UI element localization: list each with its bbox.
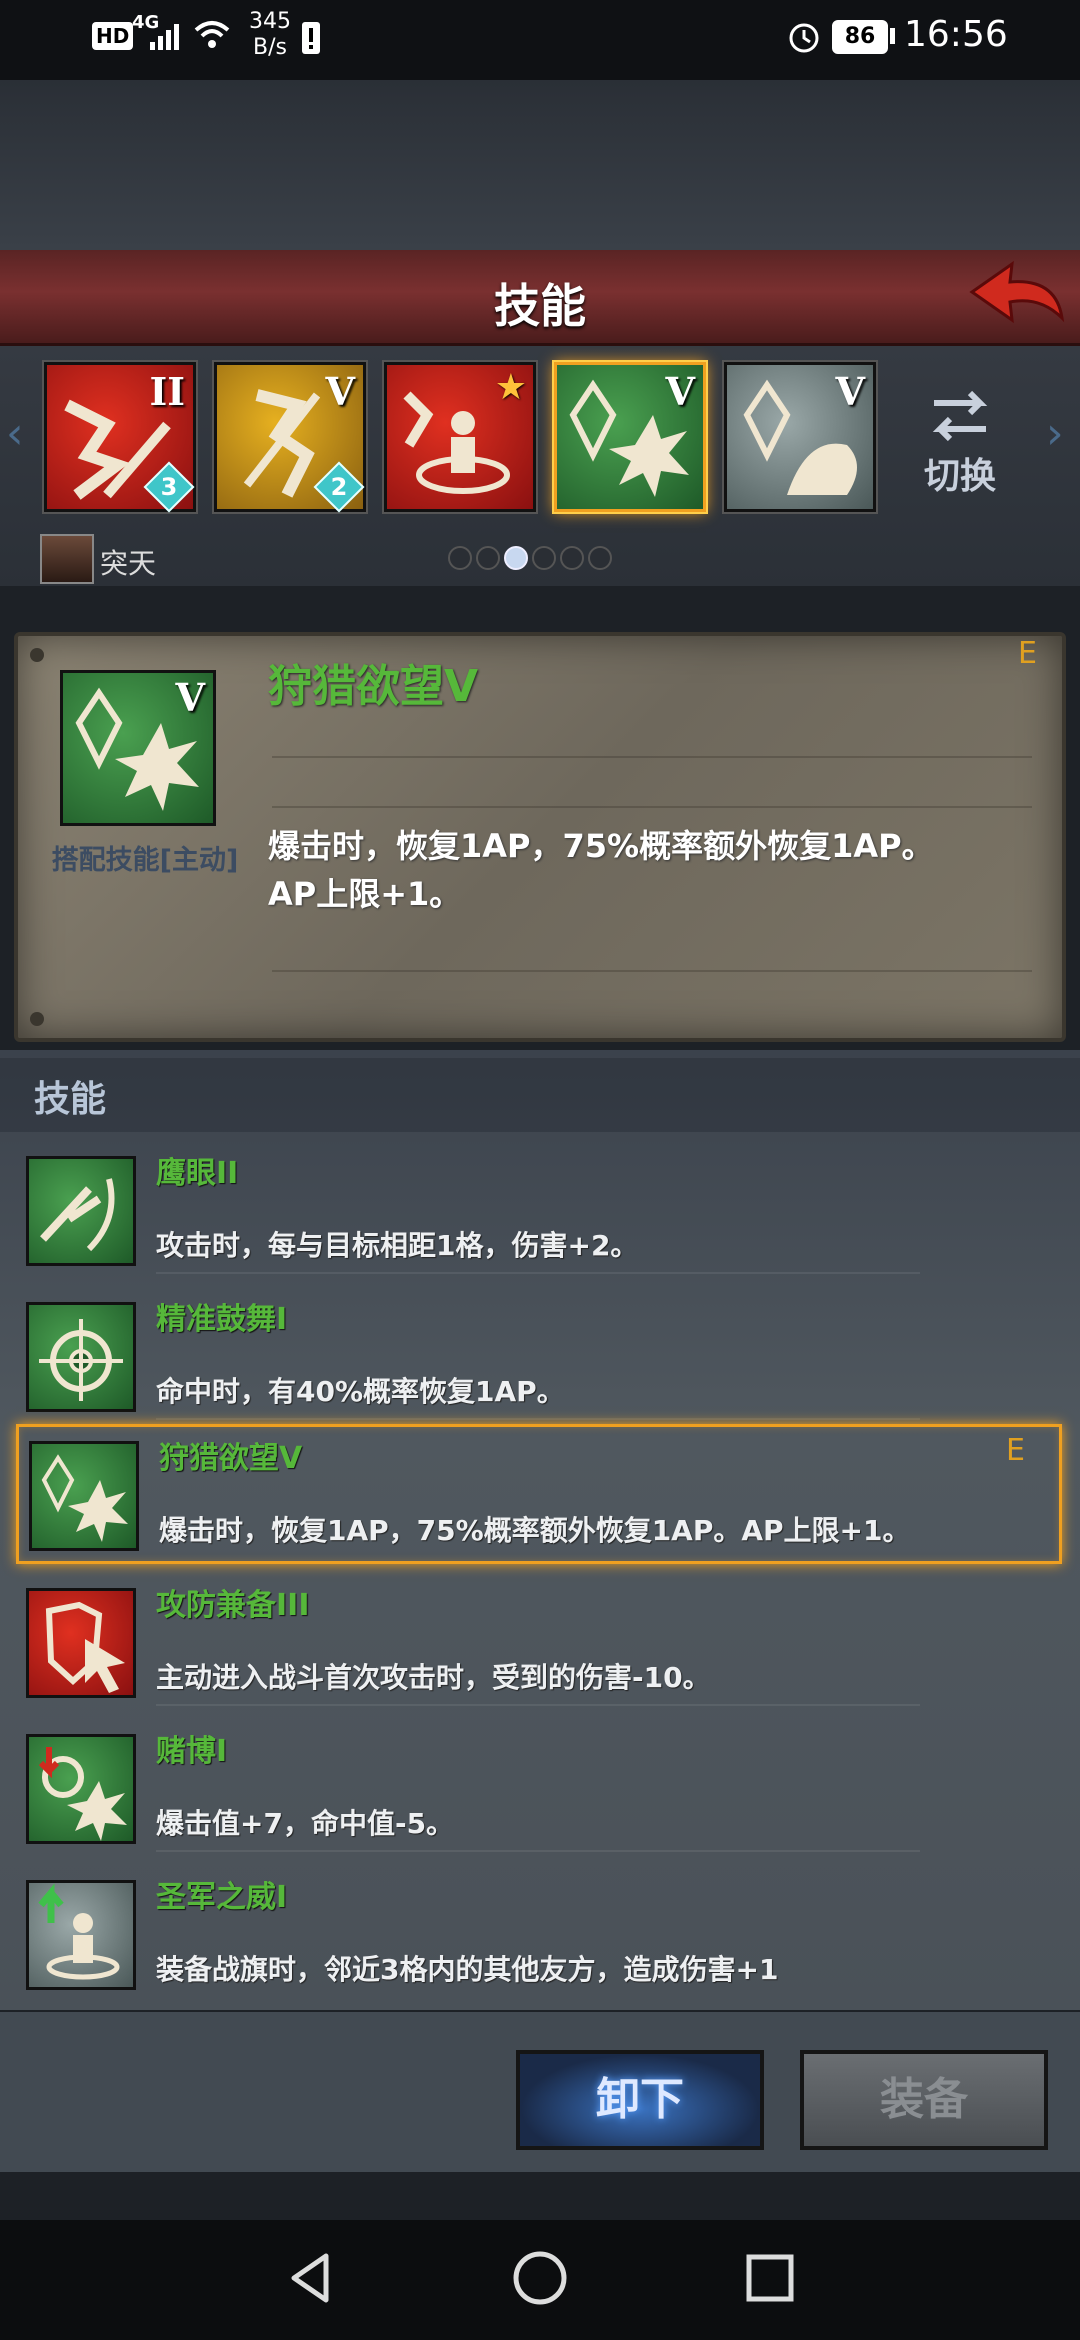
skill-item-name: 赌博I — [156, 1734, 228, 1769]
page-dot-active — [504, 546, 528, 570]
skill-item-desc: 装备战旗时，邻近3格内的其他友方，造成伤害+1 — [156, 1953, 779, 1986]
skill-level: II — [149, 369, 185, 414]
skill-slot-1[interactable]: II 3 — [44, 362, 196, 513]
eagle-eye-icon — [26, 1156, 136, 1266]
back-arrow-icon — [969, 260, 1065, 324]
skill-slot-3[interactable]: ★ — [384, 362, 536, 512]
crystal-burst-icon — [29, 1441, 139, 1551]
page-dot — [560, 546, 584, 570]
skill-list-item[interactable]: 攻防兼备III 主动进入战斗首次攻击时，受到的伤害-10。 — [0, 1574, 1080, 1714]
unequip-button[interactable]: 卸下 — [516, 2050, 764, 2150]
skill-list-item[interactable]: 鹰眼II 攻击时，每与目标相距1格，伤害+2。 — [0, 1142, 1080, 1282]
skill-list-item[interactable]: 赌博I 爆击值+7，命中值-5。 — [0, 1720, 1080, 1860]
gamble-icon — [26, 1734, 136, 1844]
back-triangle-icon[interactable] — [280, 2248, 340, 2308]
status-bar: HD 4G 345 B/s 86 16:56 — [0, 0, 1080, 80]
alarm-icon — [786, 18, 822, 54]
skill-item-desc: 爆击时，恢复1AP，75%概率额外恢复1AP。AP上限+1。 — [159, 1514, 911, 1547]
switch-label: 切换 — [923, 456, 996, 497]
hero-avatar[interactable] — [40, 534, 94, 584]
skill-slot-2[interactable]: V 2 — [214, 362, 366, 513]
crosshair-icon — [26, 1302, 136, 1412]
skill-item-desc: 命中时，有40%概率恢复1AP。 — [156, 1375, 565, 1408]
swap-arrows-icon — [932, 390, 988, 442]
skill-list-title: 技能 — [34, 1079, 107, 1120]
skill-item-desc: 攻击时，每与目标相距1格，伤害+2。 — [156, 1229, 639, 1262]
skill-item-name: 圣军之威I — [156, 1880, 288, 1915]
detail-skill-grade: E — [1018, 636, 1037, 671]
star-icon: ★ — [494, 367, 527, 408]
skill-item-name: 攻防兼备III — [156, 1588, 310, 1623]
detail-skill-name: 狩猎欲望V — [268, 661, 479, 712]
page-dot — [476, 546, 500, 570]
skill-type-tag: 搭配技能[主动] — [51, 845, 239, 876]
home-circle-icon[interactable] — [510, 2248, 570, 2308]
skill-list-item[interactable]: 圣军之威I 装备战旗时，邻近3格内的其他友方，造成伤害+1 — [0, 1866, 1080, 2006]
net-speed-unit: B/s — [253, 35, 287, 60]
battery-level: 86 — [844, 24, 876, 49]
skill-item-desc: 主动进入战斗首次攻击时，受到的伤害-10。 — [156, 1661, 711, 1694]
skill-item-name: 狩猎欲望V — [159, 1441, 303, 1476]
page-title: 技能 — [494, 279, 586, 333]
net-speed-value: 345 — [249, 9, 291, 34]
skill-level: V — [325, 369, 355, 414]
skill-level: V — [665, 369, 695, 414]
wifi-icon — [192, 16, 232, 52]
prev-arrow-icon[interactable]: ‹ — [6, 408, 24, 459]
recent-square-icon[interactable] — [740, 2248, 800, 2308]
switch-button[interactable]: 切换 — [920, 385, 1000, 505]
equip-button[interactable]: 装备 — [800, 2050, 1048, 2150]
skill-item-desc: 爆击值+7，命中值-5。 — [156, 1807, 455, 1840]
detail-skill-description: 爆击时，恢复1AP，75%概率额外恢复1AP。 AP上限+1。 — [268, 822, 1048, 918]
skill-list-item-selected[interactable]: 狩猎欲望V E 爆击时，恢复1AP，75%概率额外恢复1AP。AP上限+1。 — [16, 1424, 1062, 1564]
page-dot — [588, 546, 612, 570]
detail-desc-line1: 爆击时，恢复1AP，75%概率额外恢复1AP。 — [268, 827, 934, 865]
skill-item-name: 精准鼓舞I — [156, 1302, 288, 1337]
hero-name: 突天 — [100, 547, 157, 580]
skill-level: V — [835, 369, 865, 414]
clock: 16:56 — [904, 14, 1008, 55]
detail-desc-line2: AP上限+1。 — [268, 875, 462, 913]
skill-slot-5[interactable]: V — [724, 362, 876, 512]
alert-icon — [302, 22, 320, 54]
title-bar: 技能 — [0, 250, 1080, 346]
detail-skill-level: V — [175, 675, 205, 720]
page-dot — [448, 546, 472, 570]
skill-item-grade: E — [1006, 1433, 1025, 1468]
skill-list-item[interactable]: 精准鼓舞I 命中时，有40%概率恢复1AP。 — [0, 1288, 1080, 1428]
battery-icon: 86 — [832, 20, 888, 54]
back-button[interactable] — [966, 256, 1066, 336]
skill-list-header — [0, 1058, 1080, 1132]
banner-icon — [26, 1880, 136, 1990]
top-band — [0, 80, 1080, 250]
signal-icon — [148, 20, 184, 52]
shield-cursor-icon — [26, 1588, 136, 1698]
page-dot — [532, 546, 556, 570]
next-arrow-icon[interactable]: › — [1046, 408, 1064, 459]
skill-slot-4-selected[interactable]: V — [554, 362, 706, 512]
skill-item-name: 鹰眼II — [156, 1156, 239, 1191]
detail-skill-icon: V — [60, 670, 216, 826]
hd-indicator: HD — [92, 22, 134, 50]
